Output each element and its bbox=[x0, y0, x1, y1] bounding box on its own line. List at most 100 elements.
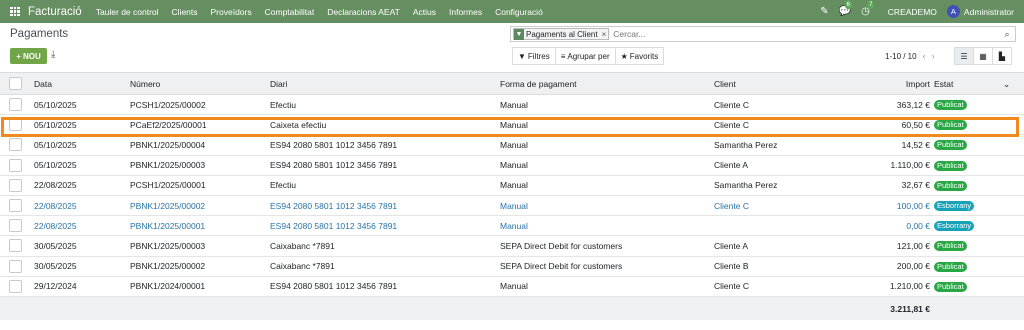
cell-client: Cliente A bbox=[714, 235, 834, 257]
activities-badge: 7 bbox=[867, 1, 875, 9]
kanban-view-icon[interactable]: ▦ bbox=[973, 47, 993, 65]
messages-icon[interactable]: 💬 6 bbox=[839, 1, 852, 17]
topbar: Facturació Tauler de control Clients Pro… bbox=[0, 0, 1024, 23]
search-icon[interactable]: ⌕ bbox=[999, 29, 1015, 40]
cell-journal: ES94 2080 5801 1012 3456 7891 bbox=[270, 215, 500, 237]
search-bar: ▼ Pagaments al Client × ⌕ bbox=[510, 26, 1016, 42]
pager-previous-icon[interactable]: ‹ bbox=[923, 51, 926, 61]
cell-payment-method: Manual bbox=[500, 94, 714, 116]
edit-icon[interactable]: ✎ bbox=[820, 6, 828, 17]
row-checkbox[interactable] bbox=[9, 279, 22, 293]
cell-client bbox=[714, 215, 834, 237]
messages-badge: 6 bbox=[844, 1, 852, 9]
cell-payment-method: Manual bbox=[500, 175, 714, 196]
new-button-label: NOU bbox=[22, 51, 41, 61]
column-date[interactable]: Data bbox=[30, 72, 130, 95]
column-number[interactable]: Número bbox=[130, 72, 270, 95]
favorites-button[interactable]: ★ Favorits bbox=[616, 48, 664, 64]
menu-dashboard[interactable]: Tauler de control bbox=[96, 7, 159, 17]
column-payment-method[interactable]: Forma de pagament bbox=[500, 72, 714, 95]
cell-journal: Caixabanc *7891 bbox=[270, 256, 500, 277]
row-checkbox[interactable] bbox=[9, 118, 22, 132]
column-client[interactable]: Client bbox=[714, 72, 834, 95]
cell-date: 30/05/2025 bbox=[30, 235, 130, 257]
pager-value[interactable]: 1-10 / 10 bbox=[885, 52, 917, 61]
column-status[interactable]: Estat bbox=[934, 79, 953, 89]
cell-date: 05/10/2025 bbox=[30, 94, 130, 116]
list-view-icon[interactable]: ☰ bbox=[954, 47, 974, 65]
column-journal[interactable]: Diari bbox=[270, 72, 500, 95]
row-checkbox[interactable] bbox=[9, 239, 22, 253]
row-checkbox[interactable] bbox=[9, 138, 22, 152]
optional-columns-icon[interactable]: ⌄ bbox=[1003, 79, 1010, 90]
search-input[interactable] bbox=[613, 29, 999, 39]
cell-date: 22/08/2025 bbox=[30, 215, 130, 237]
row-checkbox[interactable] bbox=[9, 178, 22, 192]
cell-number: PBNK1/2025/00003 bbox=[130, 155, 270, 176]
cell-number: PCSH1/2025/00002 bbox=[130, 94, 270, 116]
cell-date: 05/10/2025 bbox=[30, 114, 130, 136]
cell-amount: 200,00 € bbox=[834, 256, 934, 277]
cell-journal: ES94 2080 5801 1012 3456 7891 bbox=[270, 195, 500, 217]
row-checkbox[interactable] bbox=[9, 199, 22, 213]
menu-accounting[interactable]: Comptabilitat bbox=[265, 7, 315, 17]
user-menu[interactable]: A Administrator bbox=[946, 5, 1014, 18]
apps-menu-icon[interactable] bbox=[10, 6, 20, 17]
group-by-button[interactable]: ≡ Agrupar per bbox=[556, 48, 616, 64]
table-row[interactable]: 05/10/2025 PBNK1/2025/00003 ES94 2080 5801… bbox=[0, 155, 1024, 176]
cell-amount: 100,00 € bbox=[834, 195, 934, 217]
breadcrumb: Pagaments bbox=[10, 28, 69, 40]
menu-configuration[interactable]: Configuració bbox=[495, 7, 543, 17]
cell-payment-method: SEPA Direct Debit for customers bbox=[500, 256, 714, 277]
cell-date: 30/05/2025 bbox=[30, 256, 130, 277]
status-badge: Esborrany bbox=[934, 201, 975, 212]
pager-next-icon[interactable]: › bbox=[932, 51, 935, 61]
cell-client: Cliente C bbox=[714, 94, 834, 116]
clock-icon[interactable]: ◷ 7 bbox=[861, 1, 875, 17]
cell-number: PBNK1/2025/00001 bbox=[130, 215, 270, 237]
payments-table: Data Número Diari Forma de pagament Clie… bbox=[0, 72, 1024, 321]
cell-payment-method: Manual bbox=[500, 155, 714, 176]
table-row[interactable]: 05/10/2025 PCaEf2/2025/00001 Caixeta efect… bbox=[0, 114, 1024, 136]
select-all-checkbox[interactable] bbox=[9, 77, 22, 90]
app-title[interactable]: Facturació bbox=[28, 6, 82, 18]
table-row[interactable]: 30/05/2025 PBNK1/2025/00003 Caixabanc *789… bbox=[0, 235, 1024, 257]
download-icon[interactable]: ⤓ bbox=[51, 49, 55, 60]
menu-reports[interactable]: Informes bbox=[449, 7, 482, 17]
new-button[interactable]: + NOU bbox=[10, 48, 47, 64]
group-by-label: Agrupar per bbox=[567, 51, 610, 61]
table-row[interactable]: 05/10/2025 PBNK1/2025/00004 ES94 2080 5801… bbox=[0, 134, 1024, 156]
table-row[interactable]: 22/08/2025 PBNK1/2025/00002 ES94 2080 5801… bbox=[0, 195, 1024, 217]
menu-clients[interactable]: Clients bbox=[172, 7, 198, 17]
menu-aeat[interactable]: Declaracions AEAT bbox=[327, 7, 400, 17]
cell-client: Cliente C bbox=[714, 114, 834, 136]
table-row[interactable]: 22/08/2025 PBNK1/2025/00001 ES94 2080 5801… bbox=[0, 215, 1024, 237]
remove-facet-icon[interactable]: × bbox=[600, 30, 609, 39]
cell-client: Cliente C bbox=[714, 195, 834, 217]
row-checkbox[interactable] bbox=[9, 259, 22, 273]
status-badge: Publicat bbox=[934, 281, 967, 292]
table-row[interactable]: 30/05/2025 PBNK1/2025/00002 Caixabanc *789… bbox=[0, 256, 1024, 277]
cell-amount: 1.110,00 € bbox=[834, 155, 934, 176]
table-row[interactable]: 22/08/2025 PCSH1/2025/00001 Efectiu Manual S… bbox=[0, 175, 1024, 196]
row-checkbox[interactable] bbox=[9, 158, 22, 172]
cell-amount: 363,12 € bbox=[834, 94, 934, 116]
menu-vendors[interactable]: Proveïdors bbox=[211, 7, 252, 17]
cell-client: Cliente A bbox=[714, 155, 834, 176]
table-row[interactable]: 05/10/2025 PCSH1/2025/00002 Efectiu Manual C… bbox=[0, 94, 1024, 116]
search-facet: ▼ Pagaments al Client × bbox=[513, 28, 610, 40]
cell-payment-method: SEPA Direct Debit for customers bbox=[500, 235, 714, 257]
graph-view-icon[interactable]: ▙ bbox=[992, 47, 1012, 65]
row-checkbox[interactable] bbox=[9, 98, 22, 112]
filters-button[interactable]: ▼ Filtres bbox=[513, 48, 556, 64]
status-badge: Publicat bbox=[934, 180, 967, 191]
star-icon: ★ bbox=[620, 51, 628, 61]
column-amount[interactable]: Import bbox=[834, 72, 934, 95]
menu-assets[interactable]: Actius bbox=[413, 7, 436, 17]
table-row[interactable]: 29/12/2024 PBNK1/2024/00001 ES94 2080 5801… bbox=[0, 276, 1024, 297]
company-switcher[interactable]: CREADEMO bbox=[888, 7, 937, 17]
layers-icon: ≡ bbox=[560, 51, 566, 61]
cell-amount: 1.210,00 € bbox=[834, 276, 934, 297]
cell-journal: Efectiu bbox=[270, 94, 500, 116]
row-checkbox[interactable] bbox=[9, 219, 22, 233]
